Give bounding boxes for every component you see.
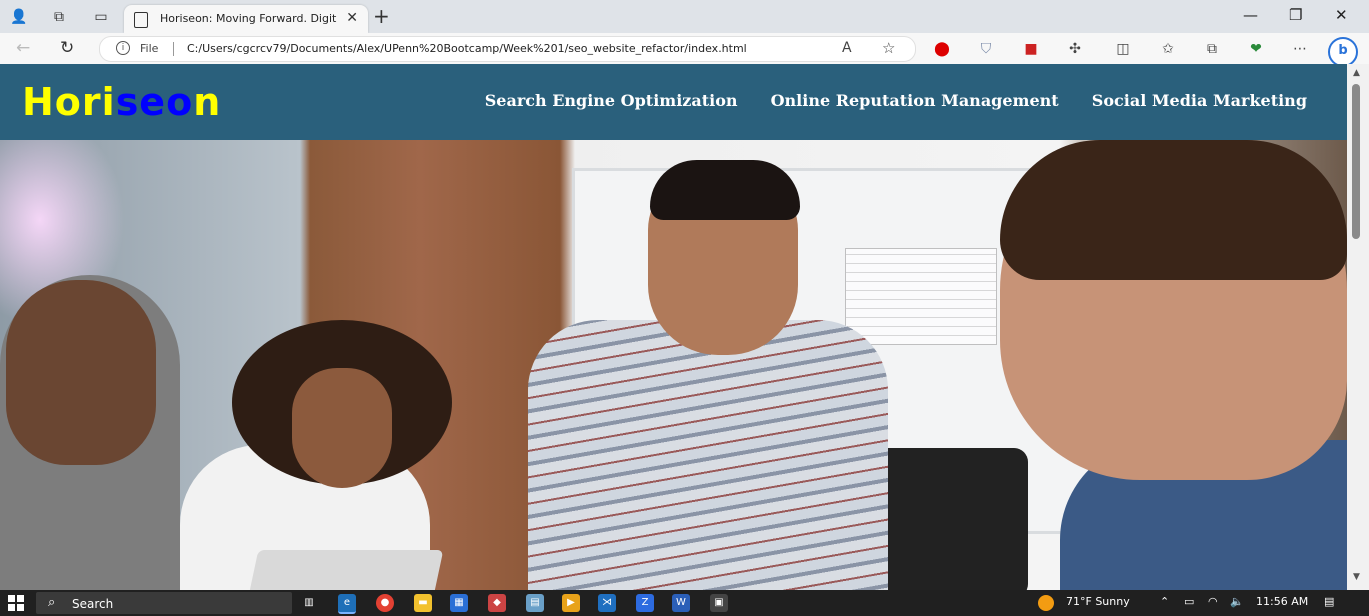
back-icon[interactable]: ← <box>16 39 30 57</box>
media-player-icon[interactable]: ▶ <box>562 594 580 612</box>
tab-close-icon[interactable]: ✕ <box>346 10 358 26</box>
address-url[interactable]: C:/Users/cgcrcv79/Documents/Alex/UPenn%2… <box>187 42 747 55</box>
hero-image <box>0 140 1347 590</box>
extensions-puzzle-icon[interactable]: ✣ <box>1067 41 1083 57</box>
whiteboard-sketch <box>845 248 997 345</box>
scroll-down-icon[interactable]: ▼ <box>1353 572 1360 582</box>
browser-toolbar: ← ↻ i File C:/Users/cgcrcv79/Documents/A… <box>0 33 1369 67</box>
notifications-icon[interactable]: ▤ <box>1324 595 1334 608</box>
weather-text[interactable]: 71°F Sunny <box>1066 595 1130 608</box>
page-favicon-icon <box>134 12 148 28</box>
app-red-icon[interactable]: ◆ <box>488 594 506 612</box>
extension-red-icon[interactable]: ■ <box>1023 41 1039 57</box>
start-button[interactable] <box>8 595 24 611</box>
nav-online-reputation-management[interactable]: Online Reputation Management <box>771 91 1059 110</box>
scroll-up-icon[interactable]: ▲ <box>1353 68 1360 78</box>
taskbar-search-label: Search <box>72 597 114 611</box>
tab-actions-icon[interactable]: ▭ <box>92 8 110 26</box>
nav-search-engine-optimization[interactable]: Search Engine Optimization <box>485 91 738 110</box>
address-bar[interactable]: i File C:/Users/cgcrcv79/Documents/Alex/… <box>99 36 916 62</box>
scrollbar-thumb[interactable] <box>1352 84 1360 239</box>
search-icon: ⌕ <box>48 595 56 610</box>
chrome-taskbar-icon[interactable]: ● <box>376 594 394 612</box>
profile-icon[interactable]: 👤 <box>10 8 28 26</box>
person-left-head <box>6 280 156 465</box>
edge-taskbar-icon[interactable]: e <box>338 594 356 614</box>
restore-icon[interactable]: ❐ <box>1289 8 1302 23</box>
person-center-hair <box>650 160 800 220</box>
more-menu-icon[interactable]: ⋯ <box>1292 41 1308 57</box>
show-hidden-icons-icon[interactable]: ⌃ <box>1160 595 1169 608</box>
read-aloud-icon[interactable]: A <box>842 40 852 56</box>
site-info-icon[interactable]: i <box>116 41 130 55</box>
zoom-icon[interactable]: Z <box>636 594 654 612</box>
address-file-label: File <box>140 42 159 55</box>
bing-copilot-icon[interactable]: b <box>1328 37 1358 67</box>
logo-part-seo: seo <box>115 80 194 124</box>
web-page-viewport: Horiseon Search Engine Optimization Onli… <box>0 64 1347 590</box>
logo-part-n: n <box>193 80 222 124</box>
new-tab-button[interactable]: + <box>373 6 390 26</box>
performance-icon[interactable]: ❤ <box>1248 41 1264 57</box>
laptop <box>245 550 444 590</box>
app-blue-icon[interactable]: ▤ <box>526 594 544 612</box>
browser-tab[interactable]: Horiseon: Moving Forward. Digit ✕ <box>124 5 368 33</box>
office-chair <box>868 448 1028 590</box>
address-divider <box>173 42 174 56</box>
task-view-icon[interactable]: ▥ <box>300 594 318 612</box>
refresh-icon[interactable]: ↻ <box>60 39 74 57</box>
site-header: Horiseon Search Engine Optimization Onli… <box>0 64 1347 140</box>
windows-taskbar: ⌕ Search ▥ e ● ▬ ▦ ◆ ▤ ▶ ⋊ Z W ▣ 71°F Su… <box>0 590 1369 616</box>
word-icon[interactable]: W <box>672 594 690 612</box>
logo-part-hori: Hori <box>22 80 116 124</box>
terminal-icon[interactable]: ▣ <box>710 594 728 612</box>
wifi-icon[interactable]: ◠ <box>1208 595 1218 608</box>
browser-tab-bar: 👤 ⧉ ▭ Horiseon: Moving Forward. Digit ✕ … <box>0 0 1369 33</box>
page-scrollbar[interactable]: ▲ ▼ <box>1347 64 1369 590</box>
taskbar-search-box[interactable]: ⌕ Search <box>36 592 292 614</box>
file-explorer-icon[interactable]: ▬ <box>414 594 432 612</box>
clock-time[interactable]: 11:56 AM <box>1256 595 1308 608</box>
extension-shield-icon[interactable]: ⛉ <box>978 41 994 57</box>
person-woman-face <box>292 368 392 488</box>
vscode-icon[interactable]: ⋊ <box>598 594 616 612</box>
person-center-shirt <box>528 320 888 590</box>
favorite-star-icon[interactable]: ☆ <box>882 39 895 57</box>
collections-icon[interactable]: ⧉ <box>1204 41 1220 57</box>
split-screen-icon[interactable]: ◫ <box>1115 41 1131 57</box>
site-nav: Search Engine Optimization Online Reputa… <box>457 91 1307 110</box>
favorites-list-icon[interactable]: ✩ <box>1160 41 1176 57</box>
minimize-icon[interactable]: — <box>1243 8 1258 23</box>
person-right-hair <box>1000 140 1347 280</box>
close-window-icon[interactable]: ✕ <box>1335 8 1348 23</box>
weather-sun-icon <box>1038 595 1054 611</box>
extension-stop-icon[interactable]: ⬤ <box>934 41 950 57</box>
volume-icon[interactable]: 🔈 <box>1230 595 1244 608</box>
nav-social-media-marketing[interactable]: Social Media Marketing <box>1092 91 1307 110</box>
tab-title: Horiseon: Moving Forward. Digit <box>160 12 337 25</box>
battery-icon[interactable]: ▭ <box>1184 595 1194 608</box>
workspaces-icon[interactable]: ⧉ <box>50 8 68 26</box>
site-logo[interactable]: Horiseon <box>22 81 221 123</box>
store-icon[interactable]: ▦ <box>450 594 468 612</box>
